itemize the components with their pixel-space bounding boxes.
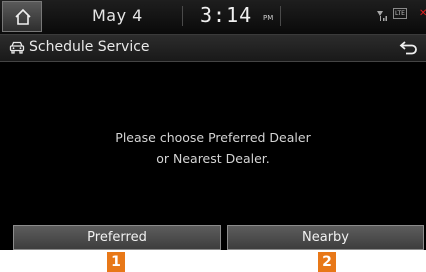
car-service-icon xyxy=(9,41,25,54)
page-title: Schedule Service xyxy=(29,39,150,55)
no-connection-icon: ✕ xyxy=(419,8,426,19)
back-icon[interactable] xyxy=(398,40,418,56)
status-divider xyxy=(182,6,183,26)
clock-ampm: PM xyxy=(263,14,274,22)
lte-icon: LTE xyxy=(393,8,407,19)
status-bar: May 4 3:14 PM LTE ✕ xyxy=(0,0,426,35)
status-divider xyxy=(280,6,281,26)
home-button[interactable] xyxy=(2,1,42,32)
nearby-button[interactable]: Nearby xyxy=(227,225,424,250)
instruction-message: Please choose Preferred Dealer or Neares… xyxy=(0,127,426,169)
callout-marker-2: 2 xyxy=(318,252,336,272)
signal-icon xyxy=(377,11,387,21)
date-label: May 4 xyxy=(92,6,143,25)
message-line-1: Please choose Preferred Dealer xyxy=(115,130,311,145)
title-bar: Schedule Service xyxy=(0,35,426,62)
clock-time: 3:14 xyxy=(200,3,253,27)
home-icon xyxy=(15,8,31,25)
message-line-2: or Nearest Dealer. xyxy=(156,151,270,166)
callout-marker-1: 1 xyxy=(107,252,125,272)
preferred-button[interactable]: Preferred xyxy=(13,225,221,250)
head-unit-screen: May 4 3:14 PM LTE ✕ Schedule Service Ple… xyxy=(0,0,426,250)
